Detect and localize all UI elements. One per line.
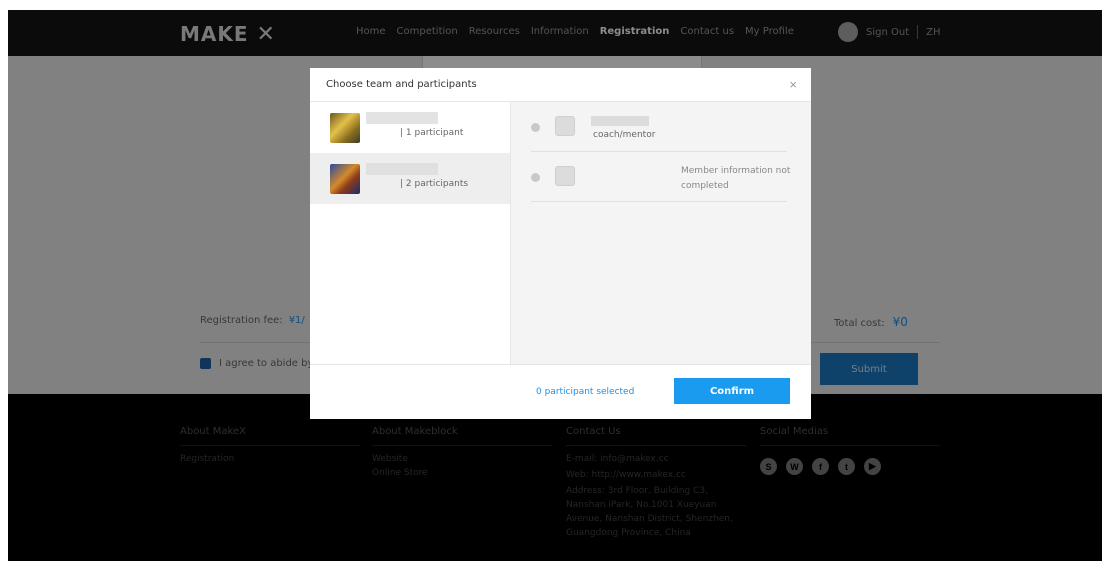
user-icon: [555, 116, 575, 136]
team-participant-count: | 1 participant: [400, 128, 464, 138]
team-avatar: [330, 163, 360, 194]
team-participant-count: | 2 participants: [400, 179, 469, 189]
choose-team-modal: Choose team and participants × | 1 parti…: [310, 68, 811, 419]
user-icon: [555, 166, 575, 186]
page-frame: MAKE ✕ Home Competition Resources Inform…: [8, 10, 1102, 561]
modal-footer: 0 participant selected Confirm: [310, 364, 811, 419]
modal-body: | 1 participant | 2 participants coach/m…: [310, 102, 811, 364]
modal-title: Choose team and participants: [326, 79, 477, 90]
participant-role: coach/mentor: [593, 130, 656, 140]
team-list: | 1 participant | 2 participants: [310, 102, 511, 364]
participant-radio[interactable]: [531, 123, 540, 132]
participant-list: coach/mentor Member information not comp…: [511, 102, 811, 364]
participant-row[interactable]: Member information not completed: [531, 152, 790, 202]
team-name: [366, 163, 438, 175]
team-item[interactable]: | 1 participant: [310, 102, 510, 153]
team-avatar: [330, 112, 360, 143]
modal-header: Choose team and participants ×: [310, 68, 811, 102]
participant-row[interactable]: coach/mentor: [531, 102, 787, 152]
participant-radio[interactable]: [531, 173, 540, 182]
team-item-selected[interactable]: | 2 participants: [310, 153, 510, 204]
confirm-button[interactable]: Confirm: [674, 378, 790, 404]
close-icon[interactable]: ×: [789, 77, 797, 92]
team-name: [366, 112, 438, 124]
participant-warning: Member information not completed: [681, 166, 791, 191]
participant-name: [591, 116, 649, 126]
selected-count: 0 participant selected: [536, 387, 635, 397]
